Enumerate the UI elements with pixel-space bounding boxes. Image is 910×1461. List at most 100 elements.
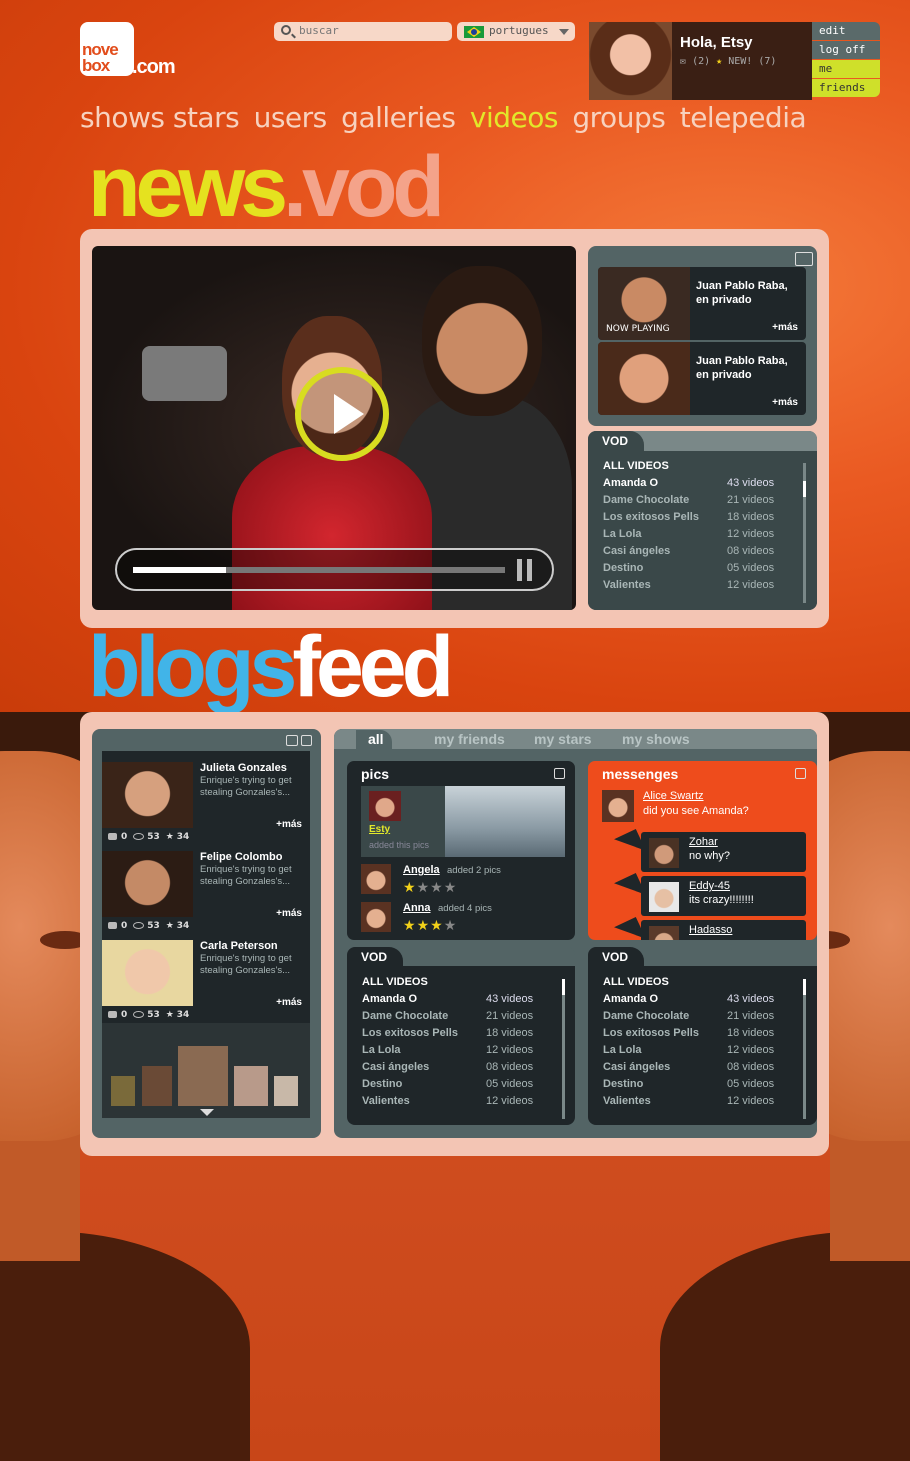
vod-row-name[interactable]: Los exitosos Pells	[603, 511, 699, 523]
menu-friends[interactable]: friends	[812, 79, 880, 97]
scrollbar-thumb[interactable]	[803, 979, 806, 995]
vod-row-name[interactable]: Amanda O	[603, 477, 658, 489]
message-user[interactable]: Eddy-45	[689, 880, 730, 892]
vod-all-videos[interactable]: ALL VIDEOS	[603, 460, 669, 472]
nav-telepedia[interactable]: telepedia	[680, 101, 807, 134]
tab-my-stars[interactable]: my stars	[522, 730, 600, 749]
nav-shows-stars[interactable]: shows stars	[80, 101, 240, 134]
more-link[interactable]: +más	[772, 397, 798, 408]
message-user[interactable]: Hadasso	[689, 924, 732, 936]
avatar[interactable]	[649, 882, 679, 912]
nav-galleries[interactable]: galleries	[341, 101, 456, 134]
vod-row-name[interactable]: Dame Chocolate	[603, 1010, 689, 1022]
rating-stars[interactable]: ★★★★	[403, 918, 457, 934]
playlist-item[interactable]: Juan Pablo Raba, en privado +más	[598, 342, 806, 415]
tab-my-shows[interactable]: my shows	[610, 730, 698, 749]
expand-icon[interactable]	[795, 768, 806, 779]
nav-groups[interactable]: groups	[572, 101, 665, 134]
nav-videos[interactable]: videos	[470, 101, 559, 134]
tab-all[interactable]: all	[356, 730, 392, 749]
blog-name[interactable]: Carla Peterson	[200, 940, 278, 952]
carousel-thumb[interactable]	[142, 1066, 172, 1106]
message-row[interactable]: Eddy-45 its crazy!!!!!!!!	[641, 876, 806, 916]
pic-user[interactable]: Anna	[403, 902, 431, 914]
blog-name[interactable]: Julieta Gonzales	[200, 762, 287, 774]
pic-user[interactable]: Angela	[403, 864, 440, 876]
menu-edit[interactable]: edit	[812, 22, 880, 40]
scrollbar-thumb[interactable]	[803, 481, 806, 497]
thumbnail-carousel[interactable]	[102, 1023, 310, 1118]
vod-row-name[interactable]: Valientes	[603, 1095, 651, 1107]
playlist-item[interactable]: Juan Pablo Raba, en privado NOW PLAYING …	[598, 267, 806, 340]
more-link[interactable]: +más	[276, 819, 302, 830]
carousel-thumb[interactable]	[111, 1076, 135, 1106]
vod-tab[interactable]: VOD	[347, 947, 404, 967]
message-user[interactable]: Zohar	[689, 836, 718, 848]
carousel-thumb[interactable]	[178, 1046, 228, 1106]
scrollbar[interactable]	[562, 979, 565, 1119]
play-button[interactable]	[295, 367, 389, 461]
vod-row-name[interactable]: Los exitosos Pells	[362, 1027, 458, 1039]
featured-pic[interactable]	[445, 786, 565, 857]
vod-list: VOD ALL VIDEOS Amanda O 43 videos Dame Ch…	[588, 431, 817, 610]
message-row[interactable]: Zohar no why?	[641, 832, 806, 872]
blog-item[interactable]: Julieta Gonzales Enrique's trying to get…	[102, 762, 302, 848]
avatar[interactable]	[361, 864, 391, 894]
avatar[interactable]	[649, 838, 679, 868]
vod-row-name[interactable]: Amanda O	[603, 993, 658, 1005]
vod-all-videos[interactable]: ALL VIDEOS	[603, 976, 669, 988]
vod-row-name[interactable]: Casi ángeles	[362, 1061, 429, 1073]
more-link[interactable]: +más	[276, 997, 302, 1008]
search-input[interactable]: buscar	[274, 22, 452, 41]
vod-row-name[interactable]: La Lola	[603, 1044, 642, 1056]
vod-row-name[interactable]: Casi ángeles	[603, 545, 670, 557]
vod-row-name[interactable]: Valientes	[603, 579, 651, 591]
notifications[interactable]: ✉ (2) ★ NEW! (7)	[680, 56, 776, 67]
scrollbar-thumb[interactable]	[562, 979, 565, 995]
pause-icon[interactable]	[517, 559, 535, 581]
language-select[interactable]: portugues	[457, 22, 575, 41]
vod-row-name[interactable]: Valientes	[362, 1095, 410, 1107]
menu-log-off[interactable]: log off	[812, 41, 880, 59]
more-link[interactable]: +más	[772, 322, 798, 333]
close-icon[interactable]	[301, 735, 312, 746]
vod-row-name[interactable]: Amanda O	[362, 993, 417, 1005]
vod-row-name[interactable]: Dame Chocolate	[362, 1010, 448, 1022]
message-user[interactable]: Alice Swartz	[643, 790, 704, 802]
vod-tab[interactable]: VOD	[588, 431, 645, 451]
menu-me[interactable]: me	[812, 60, 880, 78]
vod-tab[interactable]: VOD	[588, 947, 645, 967]
nav-users[interactable]: users	[254, 101, 328, 134]
tab-my-friends[interactable]: my friends	[422, 730, 513, 749]
message-row[interactable]: Hadasso	[641, 920, 806, 940]
expand-icon[interactable]	[554, 768, 565, 779]
pic-user[interactable]: Esty	[369, 824, 390, 835]
video-player[interactable]	[92, 246, 576, 610]
carousel-thumb[interactable]	[234, 1066, 268, 1106]
expand-icon[interactable]	[286, 735, 298, 746]
avatar[interactable]	[602, 790, 634, 822]
vod-row-name[interactable]: La Lola	[603, 528, 642, 540]
vod-row-name[interactable]: La Lola	[362, 1044, 401, 1056]
carousel-thumb[interactable]	[274, 1076, 298, 1106]
avatar[interactable]	[649, 926, 679, 940]
vod-row-name[interactable]: Destino	[362, 1078, 402, 1090]
more-link[interactable]: +más	[276, 908, 302, 919]
expand-icon[interactable]	[795, 252, 813, 266]
rating-stars[interactable]: ★★★★	[403, 880, 457, 896]
vod-all-videos[interactable]: ALL VIDEOS	[362, 976, 428, 988]
avatar[interactable]	[369, 791, 401, 821]
blog-item[interactable]: Felipe Colombo Enrique's trying to get s…	[102, 851, 302, 937]
vod-row-name[interactable]: Casi ángeles	[603, 1061, 670, 1073]
chevron-down-icon[interactable]	[200, 1109, 214, 1116]
vod-row-name[interactable]: Dame Chocolate	[603, 494, 689, 506]
vod-row-name[interactable]: Destino	[603, 1078, 643, 1090]
vod-row-name[interactable]: Los exitosos Pells	[603, 1027, 699, 1039]
vod-row-name[interactable]: Destino	[603, 562, 643, 574]
avatar[interactable]	[589, 22, 672, 100]
avatar[interactable]	[361, 902, 391, 932]
blog-name[interactable]: Felipe Colombo	[200, 851, 283, 863]
scrollbar[interactable]	[803, 979, 806, 1119]
site-logo[interactable]: nove box .com	[80, 22, 190, 80]
blog-item[interactable]: Carla Peterson Enrique's trying to get s…	[102, 940, 302, 1026]
